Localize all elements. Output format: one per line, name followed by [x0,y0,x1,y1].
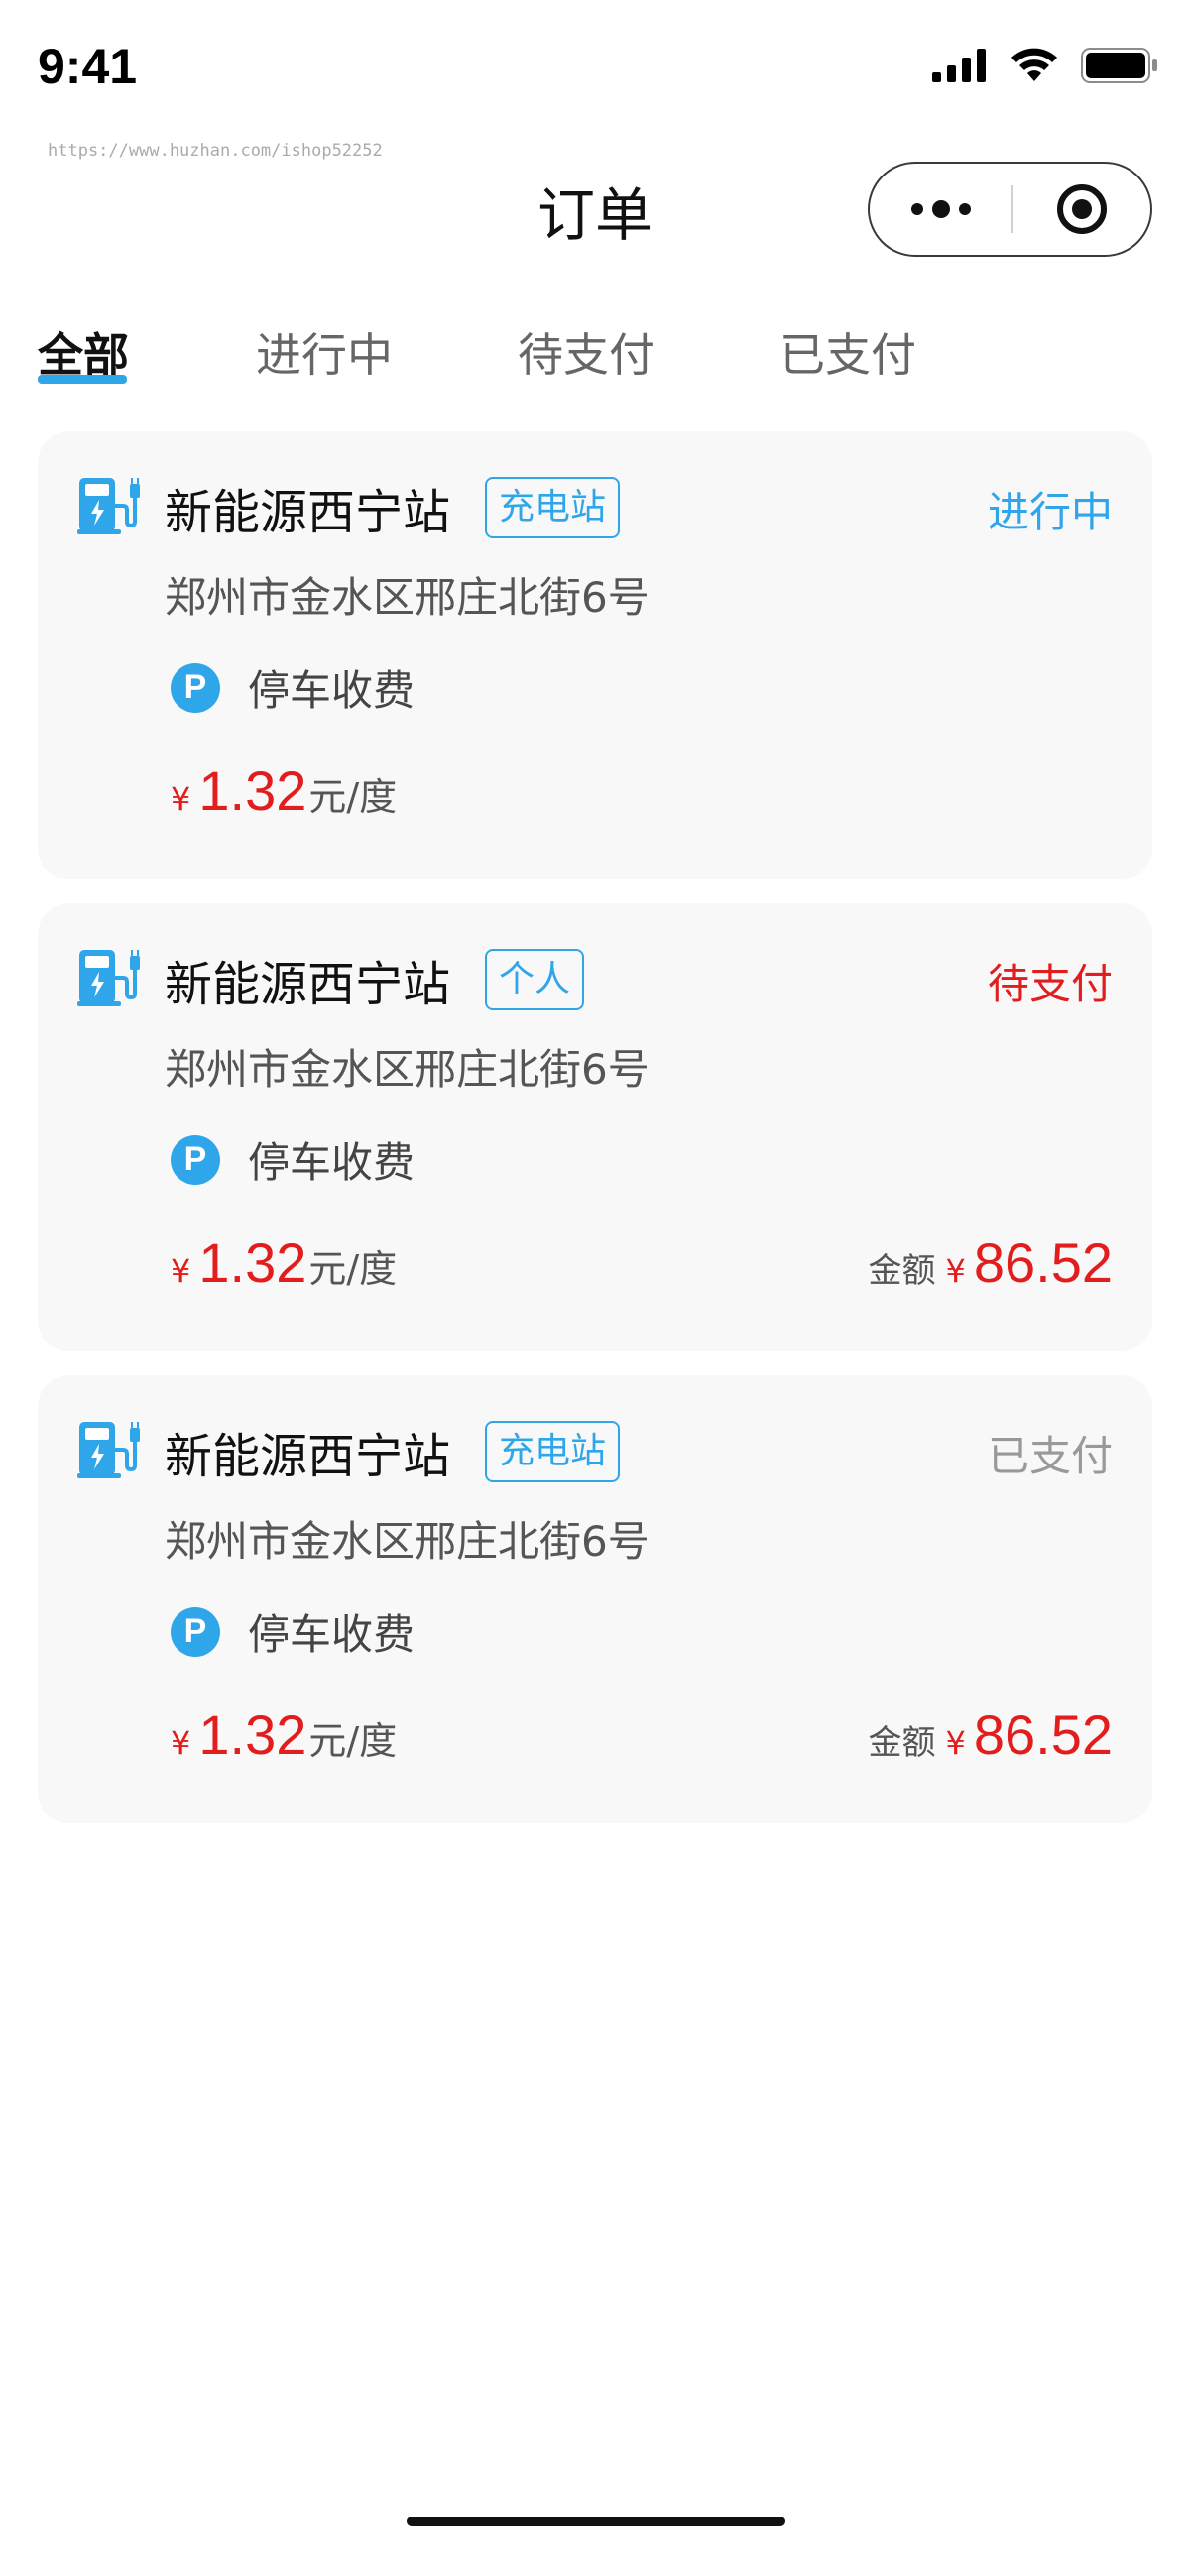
station-type-tag: 充电站 [485,477,621,538]
parking-icon: P [171,1606,220,1657]
charging-station-icon [77,950,140,1006]
tab-all[interactable]: 全部 [38,319,129,385]
parking-label: 停车收费 [248,1610,416,1659]
more-menu-button[interactable] [870,164,1012,255]
parking-info: P 停车收费 [171,657,415,718]
station-name: 新能源西宁站 [165,1429,451,1484]
tab-in-progress[interactable]: 进行中 [256,319,393,385]
amount-label: 金额 [868,1251,936,1291]
parking-icon: P [171,1134,220,1185]
station-type-tag: 充电站 [485,1421,621,1482]
tab-active-indicator [38,375,127,384]
home-indicator[interactable] [407,2517,785,2526]
amount-value: 86.52 [973,1231,1113,1294]
parking-label: 停车收费 [248,666,416,715]
price-unit: 元/度 [308,775,398,819]
order-card[interactable]: 新能源西宁站 充电站 进行中 郑州市金水区邢庄北街6号 P 停车收费 ¥ 1.3… [38,431,1152,879]
price-value: 1.32 [198,1231,307,1294]
cellular-signal-icon [932,49,986,82]
wifi-icon [1012,48,1057,81]
parking-icon: P [171,662,220,713]
amount-value: 86.52 [973,1703,1113,1766]
station-address: 郑州市金水区邢庄北街6号 [165,573,650,622]
currency-symbol: ¥ [171,780,191,818]
order-amount: 金额 ¥ 86.52 [869,1230,1114,1295]
parking-label: 停车收费 [248,1138,416,1187]
battery-icon [1081,48,1157,83]
unit-price: ¥ 1.32 元/度 [171,1230,397,1295]
tab-label: 全部 [38,328,129,382]
charging-station-icon [77,1422,140,1478]
tab-paid[interactable]: 已支付 [779,319,916,385]
tab-pending-payment[interactable]: 待支付 [518,319,654,385]
watermark-text: https://www.huzhan.com/ishop52252 [48,141,383,161]
mini-program-capsule [868,162,1152,257]
station-address: 郑州市金水区邢庄北街6号 [165,1517,650,1566]
unit-price: ¥ 1.32 元/度 [171,1702,397,1767]
station-name: 新能源西宁站 [165,957,451,1012]
price-value: 1.32 [198,1703,307,1766]
station-name: 新能源西宁站 [165,485,451,540]
order-amount: 金额 ¥ 86.52 [869,1702,1114,1767]
parking-info: P 停车收费 [171,1601,415,1662]
order-card[interactable]: 新能源西宁站 个人 待支付 郑州市金水区邢庄北街6号 P 停车收费 ¥ 1.32… [38,903,1152,1351]
station-address: 郑州市金水区邢庄北街6号 [165,1045,650,1094]
unit-price: ¥ 1.32 元/度 [171,759,397,823]
status-bar: 9:41 [0,0,1190,139]
price-unit: 元/度 [308,1719,398,1763]
currency-symbol: ¥ [945,1724,966,1762]
order-status: 待支付 [987,960,1113,1008]
currency-symbol: ¥ [945,1252,966,1290]
currency-symbol: ¥ [171,1252,191,1290]
price-unit: 元/度 [308,1247,398,1291]
station-type-tag: 个人 [485,949,585,1010]
order-status: 进行中 [987,488,1113,536]
charging-station-icon [77,478,140,534]
status-time: 9:41 [38,39,138,94]
order-status: 已支付 [987,1432,1113,1480]
order-card[interactable]: 新能源西宁站 充电站 已支付 郑州市金水区邢庄北街6号 P 停车收费 ¥ 1.3… [38,1375,1152,1823]
more-dots-icon [910,200,971,218]
amount-label: 金额 [868,1723,936,1763]
currency-symbol: ¥ [171,1724,191,1762]
close-program-button[interactable] [1013,164,1150,255]
price-value: 1.32 [198,760,307,822]
parking-info: P 停车收费 [171,1129,415,1190]
status-icons [932,48,1158,83]
target-circle-icon [1057,184,1107,234]
